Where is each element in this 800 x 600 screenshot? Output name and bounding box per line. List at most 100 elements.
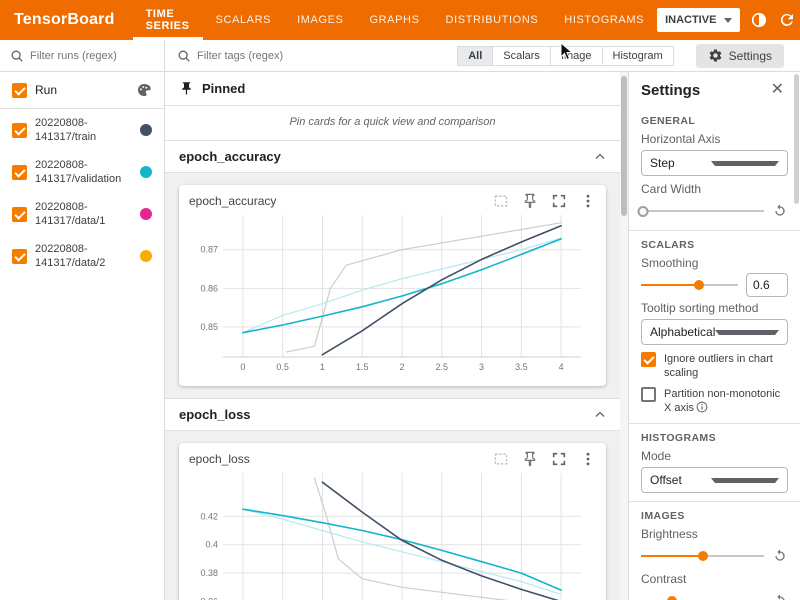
ignore-outliers-checkbox[interactable] xyxy=(641,352,656,367)
svg-text:4: 4 xyxy=(559,362,564,372)
tab-histograms[interactable]: HISTOGRAMS xyxy=(551,0,657,40)
svg-text:0.42: 0.42 xyxy=(200,511,218,521)
histograms-heading: HISTOGRAMS xyxy=(641,432,788,444)
run-row-data-2[interactable]: 20220808- 141317/data/2 xyxy=(0,235,164,277)
settings-button[interactable]: Settings xyxy=(696,44,784,68)
tensorboard-app: TensorBoard TIME SERIES SCALARS IMAGES G… xyxy=(0,0,800,600)
tab-time-series[interactable]: TIME SERIES xyxy=(133,0,203,40)
tab-graphs[interactable]: GRAPHS xyxy=(356,0,432,40)
pinned-hint-text: Pin cards for a quick view and compariso… xyxy=(165,106,620,140)
fullscreen-icon[interactable] xyxy=(551,451,567,467)
run-checkbox[interactable] xyxy=(12,207,27,222)
scrollbar-thumb[interactable] xyxy=(621,76,627,216)
settings-panel: Settings ✕ GENERAL Horizontal Axis Step … xyxy=(628,72,800,600)
run-checkbox[interactable] xyxy=(12,123,27,138)
smoothing-slider[interactable] xyxy=(641,278,738,292)
gear-icon xyxy=(708,48,723,63)
fullscreen-icon[interactable] xyxy=(551,193,567,209)
panel-scrollbar-thumb[interactable] xyxy=(794,74,799,204)
svg-text:0: 0 xyxy=(240,362,245,372)
tooltip-sorting-select[interactable]: Alphabetical xyxy=(641,319,788,345)
reset-icon[interactable] xyxy=(772,203,788,219)
chevron-up-icon[interactable] xyxy=(594,151,606,163)
histogram-mode-select[interactable]: Offset xyxy=(641,467,788,493)
chevron-up-icon[interactable] xyxy=(594,409,606,421)
reset-icon[interactable] xyxy=(772,593,788,600)
reload-status-dropdown[interactable]: INACTIVE xyxy=(657,8,740,32)
epoch-loss-chart[interactable]: 00.511.522.533.540.360.380.40.42 xyxy=(189,467,591,600)
filter-histogram-button[interactable]: Histogram xyxy=(602,46,674,66)
palette-icon[interactable] xyxy=(136,82,152,98)
select-all-runs-checkbox[interactable] xyxy=(12,83,27,98)
app-header: TensorBoard TIME SERIES SCALARS IMAGES G… xyxy=(0,0,800,40)
fit-domain-icon[interactable] xyxy=(493,451,509,467)
pin-card-icon[interactable] xyxy=(522,193,538,209)
partition-x-axis-checkbox[interactable] xyxy=(641,387,656,402)
svg-text:0.86: 0.86 xyxy=(200,283,218,293)
filter-runs-input[interactable] xyxy=(30,50,140,62)
horizontal-axis-select[interactable]: Step xyxy=(641,150,788,176)
main-scrollbar[interactable] xyxy=(620,72,628,600)
theme-contrast-icon[interactable] xyxy=(750,11,768,29)
filter-toolbar: All Scalars Image Histogram Settings xyxy=(0,40,800,72)
info-icon[interactable] xyxy=(696,401,708,413)
filter-tags-container: All Scalars Image Histogram Settings xyxy=(165,40,800,71)
close-icon[interactable]: ✕ xyxy=(767,80,788,100)
chevron-down-icon xyxy=(711,478,780,483)
tab-scalars[interactable]: SCALARS xyxy=(203,0,285,40)
section-header-epoch-accuracy[interactable]: epoch_accuracy xyxy=(165,140,620,173)
header-controls: INACTIVE ? xyxy=(657,8,800,32)
run-color-dot xyxy=(140,124,152,136)
scalars-heading: SCALARS xyxy=(641,239,788,251)
pinned-section-header: Pinned xyxy=(165,72,620,105)
tab-images[interactable]: IMAGES xyxy=(284,0,356,40)
ignore-outliers-checkbox-row[interactable]: Ignore outliers in chart scaling xyxy=(641,352,788,380)
filter-tags-input[interactable] xyxy=(197,50,307,62)
card-title: epoch_accuracy xyxy=(189,194,493,208)
svg-text:2: 2 xyxy=(399,362,404,372)
svg-text:1: 1 xyxy=(320,362,325,372)
svg-text:0.38: 0.38 xyxy=(200,568,218,578)
chevron-down-icon xyxy=(715,330,779,335)
tab-distributions[interactable]: DISTRIBUTIONS xyxy=(433,0,552,40)
brightness-slider[interactable] xyxy=(641,549,764,563)
filter-runs-container xyxy=(0,40,165,71)
smoothing-value-input[interactable] xyxy=(746,273,788,297)
cards-area: Pinned Pin cards for a quick view and co… xyxy=(165,72,628,600)
filter-image-button[interactable]: Image xyxy=(550,46,603,66)
general-heading: GENERAL xyxy=(641,115,788,127)
svg-text:3.5: 3.5 xyxy=(515,362,528,372)
card-width-slider[interactable] xyxy=(641,204,764,218)
run-color-dot xyxy=(140,208,152,220)
epoch-accuracy-chart[interactable]: 00.511.522.533.540.850.860.87 xyxy=(189,209,591,377)
svg-text:0.5: 0.5 xyxy=(276,362,289,372)
run-column-label: Run xyxy=(35,83,128,97)
section-header-epoch-loss[interactable]: epoch_loss xyxy=(165,398,620,431)
reset-icon[interactable] xyxy=(772,548,788,564)
filter-all-button[interactable]: All xyxy=(457,46,493,66)
nav-tabs: TIME SERIES SCALARS IMAGES GRAPHS DISTRI… xyxy=(133,0,657,40)
run-checkbox[interactable] xyxy=(12,165,27,180)
refresh-icon[interactable] xyxy=(778,11,796,29)
chevron-down-icon xyxy=(711,161,780,166)
search-icon xyxy=(10,49,24,63)
more-options-icon[interactable] xyxy=(580,451,596,467)
partition-x-axis-checkbox-row[interactable]: Partition non-monotonic X axis xyxy=(641,387,788,415)
tag-type-filter-group: All Scalars Image Histogram xyxy=(458,46,673,66)
run-row-validation[interactable]: 20220808- 141317/validation xyxy=(0,151,164,193)
settings-panel-title: Settings xyxy=(641,82,767,99)
fit-domain-icon[interactable] xyxy=(493,193,509,209)
svg-text:1.5: 1.5 xyxy=(356,362,369,372)
run-row-data-1[interactable]: 20220808- 141317/data/1 xyxy=(0,193,164,235)
filter-scalars-button[interactable]: Scalars xyxy=(492,46,551,66)
card-title: epoch_loss xyxy=(189,452,493,466)
contrast-slider[interactable] xyxy=(641,594,764,600)
run-color-dot xyxy=(140,166,152,178)
run-row-train[interactable]: 20220808- 141317/train xyxy=(0,109,164,151)
more-options-icon[interactable] xyxy=(580,193,596,209)
run-color-dot xyxy=(140,250,152,262)
pin-card-icon[interactable] xyxy=(522,451,538,467)
svg-text:2.5: 2.5 xyxy=(436,362,449,372)
run-checkbox[interactable] xyxy=(12,249,27,264)
svg-text:3: 3 xyxy=(479,362,484,372)
